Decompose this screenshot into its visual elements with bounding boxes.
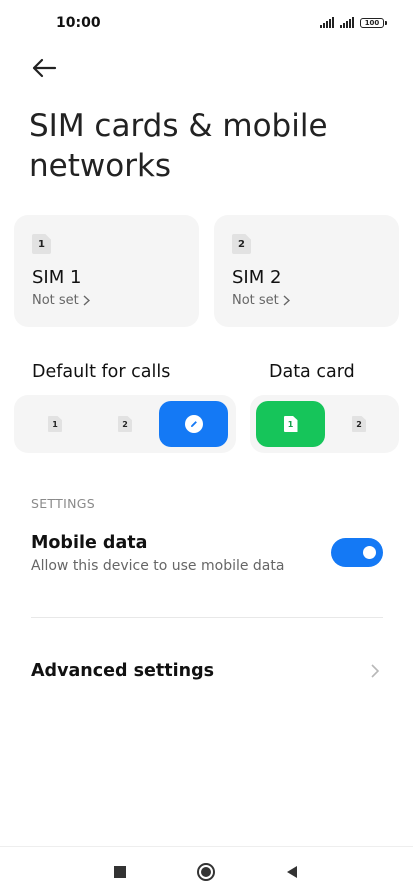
data-option-sim-1[interactable]: 1 [256,401,325,447]
data-option-sim-2[interactable]: 2 [325,401,393,447]
sim-card-2[interactable]: 2 SIM 2 Not set [214,215,399,327]
signal-icon [320,17,334,28]
sim-chip-number: 2 [356,419,362,429]
advanced-settings-label: Advanced settings [31,661,215,681]
sim-chip-number: 2 [122,419,128,429]
sim-card-icon: 1 [32,234,51,254]
calls-option-ask-every-time[interactable] [159,401,228,447]
system-back-button[interactable] [279,859,305,885]
chevron-right-icon [83,295,90,306]
status-time: 10:00 [56,15,101,31]
data-card-selector: 1 2 [250,395,399,453]
mobile-data-toggle[interactable] [331,538,383,567]
divider [31,617,383,618]
calls-option-sim-2[interactable]: 2 [90,401,160,447]
sim-badge-number: 2 [238,238,245,250]
sim-status-text: Not set [32,293,79,308]
toggle-knob [363,546,376,559]
sim-chip-number: 1 [287,419,294,429]
settings-section-header: SETTINGS [31,496,95,511]
sim-status: Not set [32,293,90,308]
mobile-data-subtitle: Allow this device to use mobile data [31,558,285,574]
chevron-right-icon [283,295,290,306]
home-circle-icon [197,863,215,881]
sim-name: SIM 2 [232,267,282,288]
pencil-icon [190,421,197,427]
navigation-bar [0,846,413,896]
signal-icon [340,17,354,28]
sim-card-icon: 2 [352,416,366,432]
sim-card-1[interactable]: 1 SIM 1 Not set [14,215,199,327]
sim-badge-number: 1 [38,238,45,250]
sim-name: SIM 1 [32,267,82,288]
sim-card-icon: 1 [283,416,298,432]
battery-icon: 100 [360,17,387,28]
chevron-right-icon [371,664,380,678]
back-arrow-icon [32,58,57,78]
default-calls-selector: 1 2 [14,395,236,453]
status-icons: 100 [320,17,387,28]
home-button[interactable] [193,859,219,885]
calls-option-sim-1[interactable]: 1 [20,401,90,447]
sim-card-icon: 1 [48,416,62,432]
data-card-label: Data card [269,362,355,382]
back-triangle-icon [287,866,297,878]
recents-square-icon [114,866,126,878]
sim-chip-number: 1 [52,419,58,429]
sim-card-icon: 2 [118,416,132,432]
default-calls-label: Default for calls [32,362,171,382]
advanced-settings-row[interactable]: Advanced settings [0,645,413,699]
sim-card-icon: 2 [232,234,251,254]
recents-button[interactable] [107,859,133,885]
mobile-data-title: Mobile data [31,533,148,553]
battery-level: 100 [364,18,380,27]
sim-status: Not set [232,293,290,308]
back-button[interactable] [29,54,59,82]
edit-icon [184,415,203,433]
page-title: SIM cards & mobile networks [29,108,328,184]
sim-status-text: Not set [232,293,279,308]
status-bar: 10:00 100 [0,0,413,50]
